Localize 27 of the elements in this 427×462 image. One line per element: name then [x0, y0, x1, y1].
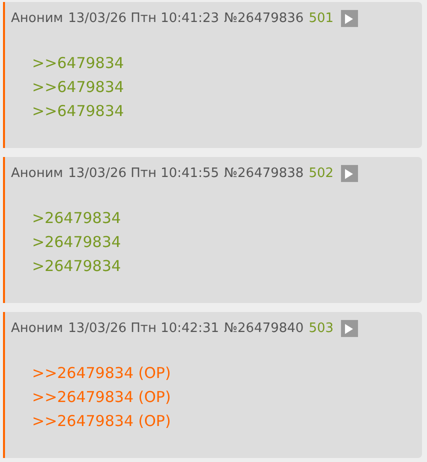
reply-link[interactable]: >>26479834 (OP)	[32, 409, 171, 433]
play-button[interactable]	[340, 165, 358, 182]
post-date: 13/03/26 Птн 10:41:55	[68, 166, 219, 181]
poster-name: Аноним	[11, 11, 64, 26]
poster-name: Аноним	[11, 321, 64, 336]
play-button[interactable]	[340, 10, 358, 27]
post-date: 13/03/26 Птн 10:42:31	[68, 321, 219, 336]
post-date: 13/03/26 Птн 10:41:23	[68, 11, 219, 26]
post-number-link[interactable]: №26479840	[224, 321, 304, 336]
reply-link[interactable]: >>6479834	[32, 51, 124, 75]
reply-link[interactable]: >>6479834	[32, 75, 124, 99]
post-number-link[interactable]: №26479838	[224, 166, 304, 181]
play-icon	[345, 168, 354, 178]
reply-link[interactable]: >26479834	[32, 254, 121, 278]
post-number-link[interactable]: №26479836	[224, 11, 304, 26]
poster-name: Аноним	[11, 166, 64, 181]
play-icon	[345, 324, 354, 334]
reply-link[interactable]: >>6479834	[32, 99, 124, 123]
reply-link[interactable]: >26479834	[32, 230, 121, 254]
post-index: 503	[308, 321, 334, 336]
play-button[interactable]	[340, 320, 358, 337]
post-index: 502	[308, 166, 334, 181]
play-icon	[345, 14, 354, 24]
post-index: 501	[308, 11, 334, 26]
reply-link[interactable]: >26479834	[32, 206, 121, 230]
reply-link[interactable]: >>26479834 (OP)	[32, 385, 171, 409]
reply-link[interactable]: >>26479834 (OP)	[32, 361, 171, 385]
